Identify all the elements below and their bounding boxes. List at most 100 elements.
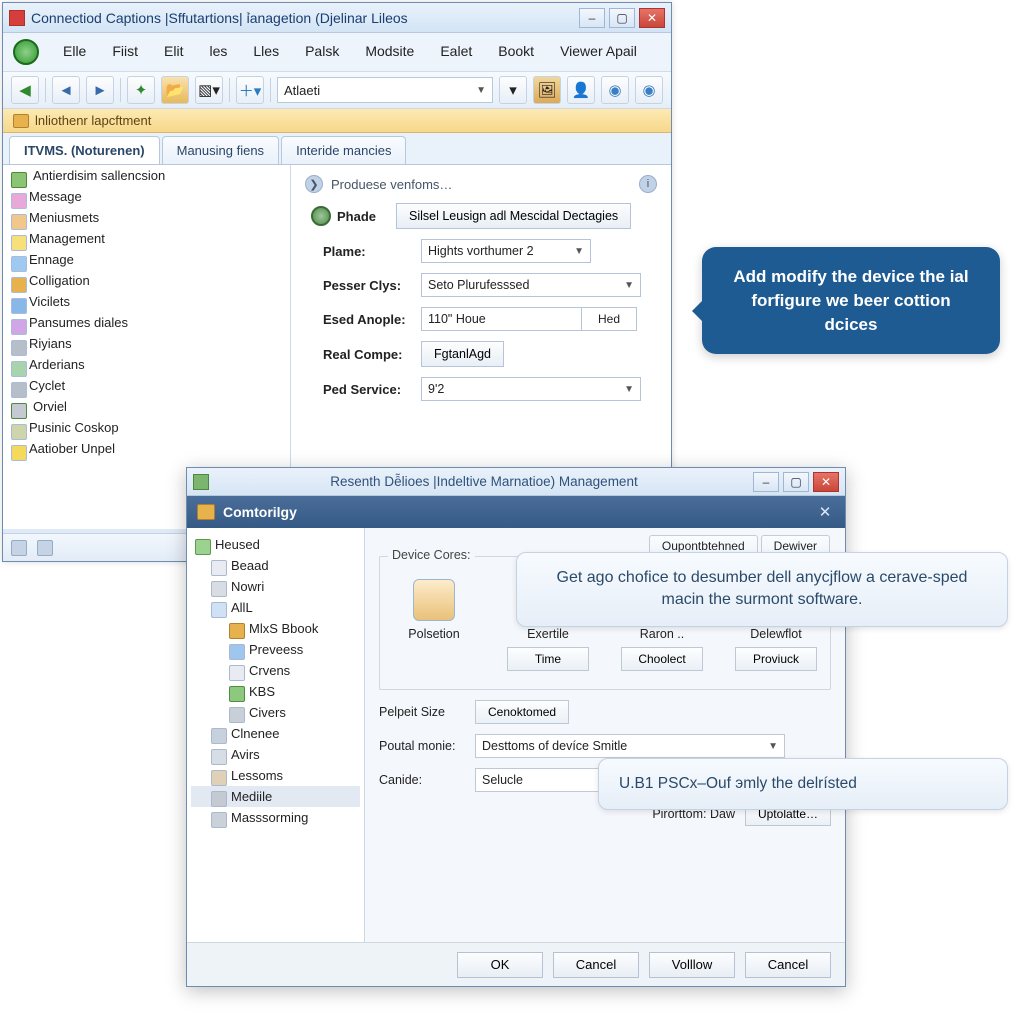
tree-item[interactable]: Beaad (191, 555, 360, 576)
chevron-down-icon: ▼ (574, 246, 584, 257)
menu-bookt[interactable]: Bookt (486, 39, 546, 65)
phade-button[interactable]: Silsel Leusign adl Mescidal Dectagies (396, 203, 631, 229)
tab-strip: ITVMS. (Noturenen) Manusing fiens Interi… (3, 133, 671, 164)
address-combo[interactable]: Atlaeti ▼ (277, 77, 493, 103)
tree-item[interactable]: Preveess (191, 639, 360, 660)
breadcrumb-bar: lnliothenr lapcftment (3, 109, 671, 133)
user-photo-button[interactable]: 🖼 (533, 76, 561, 104)
cenoktomed-button[interactable]: Cenoktomed (475, 700, 569, 724)
icon-polsetion[interactable]: Polsetion (394, 579, 474, 671)
close-button[interactable]: ✕ (639, 8, 665, 28)
form-header: ❯ Produese venfoms… i (305, 175, 657, 193)
dialog-titlebar: Resenth Dễlioes |Indeltive Marnatioe) Ma… (187, 468, 845, 496)
icon-label: Raron .. (640, 627, 684, 641)
tree-item[interactable]: Civers (191, 702, 360, 723)
menu-palsk[interactable]: Palsk (293, 39, 351, 65)
separator (229, 78, 230, 102)
nav-next-button[interactable]: ► (86, 76, 114, 104)
menu-fiist[interactable]: Fiist (100, 39, 150, 65)
tree-item[interactable]: Arderians (11, 354, 290, 375)
icon-label: Polsetion (408, 627, 459, 641)
home-icon (413, 579, 455, 621)
minimize-button[interactable]: – (579, 8, 605, 28)
tree-item[interactable]: Riyians (11, 333, 290, 354)
band-close-icon[interactable]: ✕ (815, 502, 835, 522)
menu-lles[interactable]: Lles (241, 39, 291, 65)
tree-item[interactable]: Pansumes diales (11, 312, 290, 333)
breadcrumb-text: lnliothenr lapcftment (35, 113, 151, 128)
tree-item[interactable]: Cyclet (11, 375, 290, 396)
tree-item[interactable]: Clnenee (191, 723, 360, 744)
tree-item[interactable]: Masssorming (191, 807, 360, 828)
tree-item[interactable]: Ennage (11, 249, 290, 270)
tree-item[interactable]: Avirs (191, 744, 360, 765)
options-button[interactable]: ▧▾ (195, 76, 223, 104)
dialog-minimize-button[interactable]: – (753, 472, 779, 492)
tree-item[interactable]: AllL (191, 597, 360, 618)
dialog-maximize-button[interactable]: ▢ (783, 472, 809, 492)
nav-prev-button[interactable]: ◄ (52, 76, 80, 104)
add-button[interactable]: ＋▾ (236, 76, 264, 104)
tree-item[interactable]: Meniusmets (11, 207, 290, 228)
back-button[interactable]: ◀ (11, 76, 39, 104)
info-icon[interactable]: i (639, 175, 657, 193)
tree-item[interactable]: Crvens (191, 660, 360, 681)
tree-item[interactable]: Vicilets (11, 291, 290, 312)
info-button[interactable]: ◉ (635, 76, 663, 104)
ped-select[interactable]: 9'2 ▼ (421, 377, 641, 401)
dialog-band: Comtorilgy ✕ (187, 496, 845, 528)
proviuck-button[interactable]: Proviuck (735, 647, 817, 671)
choolect-button[interactable]: Choolect (621, 647, 703, 671)
maximize-button[interactable]: ▢ (609, 8, 635, 28)
tree-item[interactable]: Lessoms (191, 765, 360, 786)
tree-item[interactable]: Pusinic Coskop (11, 417, 290, 438)
tree-item-selected[interactable]: Mediile (191, 786, 360, 807)
tab-noturenen[interactable]: ITVMS. (Noturenen) (9, 136, 160, 164)
chevron-down-icon: ▼ (768, 741, 778, 752)
dialog-buttons: OK Cancel Volllow Cancel (187, 942, 845, 986)
menu-viewer[interactable]: Viewer Apail (548, 39, 649, 65)
tab-manusing[interactable]: Manusing fiens (162, 136, 279, 164)
dialog-close-button[interactable]: ✕ (813, 472, 839, 492)
cancel-button[interactable]: Cancel (553, 952, 639, 978)
tree-item[interactable]: Colligation (11, 270, 290, 291)
tree-root[interactable]: Antierdisim sallencsion (11, 165, 290, 186)
ok-button[interactable]: OK (457, 952, 543, 978)
plame-label: Plame: (323, 244, 411, 259)
tree-item[interactable]: KBS (191, 681, 360, 702)
tree-item[interactable]: MlxS Bbook (191, 618, 360, 639)
dialog-window: Resenth Dễlioes |Indeltive Marnatioe) Ma… (186, 467, 846, 987)
tree-item[interactable]: Aatiober Unpel (11, 438, 290, 459)
menu-elle[interactable]: Elle (51, 39, 98, 65)
canide-value: Selucle (482, 773, 523, 787)
tab-interide[interactable]: Interide mancies (281, 136, 406, 164)
dialog-title: Resenth Dễlioes |Indeltive Marnatioe) Ma… (215, 474, 753, 489)
open-button[interactable]: 📂 (161, 76, 189, 104)
pin-icon[interactable] (11, 540, 27, 556)
tree-item[interactable]: Orviel (11, 396, 290, 417)
poutal-select[interactable]: Desttoms of devíce Smitle ▼ (475, 734, 785, 758)
menu-modsite[interactable]: Modsite (353, 39, 426, 65)
menu-elit[interactable]: Elit (152, 39, 195, 65)
time-button[interactable]: Time (507, 647, 589, 671)
tree-item[interactable]: Message (11, 186, 290, 207)
cancel-button-2[interactable]: Cancel (745, 952, 831, 978)
combo-drop-button[interactable]: ▾ (499, 76, 527, 104)
dialog-tree[interactable]: Heused Beaad Nowri AllL MlxS Bbook Preve… (187, 528, 365, 942)
help-button[interactable]: ◉ (601, 76, 629, 104)
globe-icon[interactable] (13, 39, 39, 65)
plame-select[interactable]: Hights vorthumer 2 ▼ (421, 239, 591, 263)
menu-les[interactable]: les (197, 39, 239, 65)
tree-item[interactable]: Nowri (191, 576, 360, 597)
user-button[interactable]: 👤 (567, 76, 595, 104)
refresh-button[interactable]: ✦ (127, 76, 155, 104)
flag-icon[interactable] (37, 540, 53, 556)
esed-input[interactable]: 110" Houe (421, 307, 581, 331)
real-button[interactable]: FgtanlAgd (421, 341, 504, 367)
gear-icon (311, 206, 331, 226)
pesser-select[interactable]: Seto Plurufesssed ▼ (421, 273, 641, 297)
tree-root[interactable]: Heused (191, 534, 360, 555)
menu-ealet[interactable]: Ealet (428, 39, 484, 65)
tree-item[interactable]: Management (11, 228, 290, 249)
volllow-button[interactable]: Volllow (649, 952, 735, 978)
